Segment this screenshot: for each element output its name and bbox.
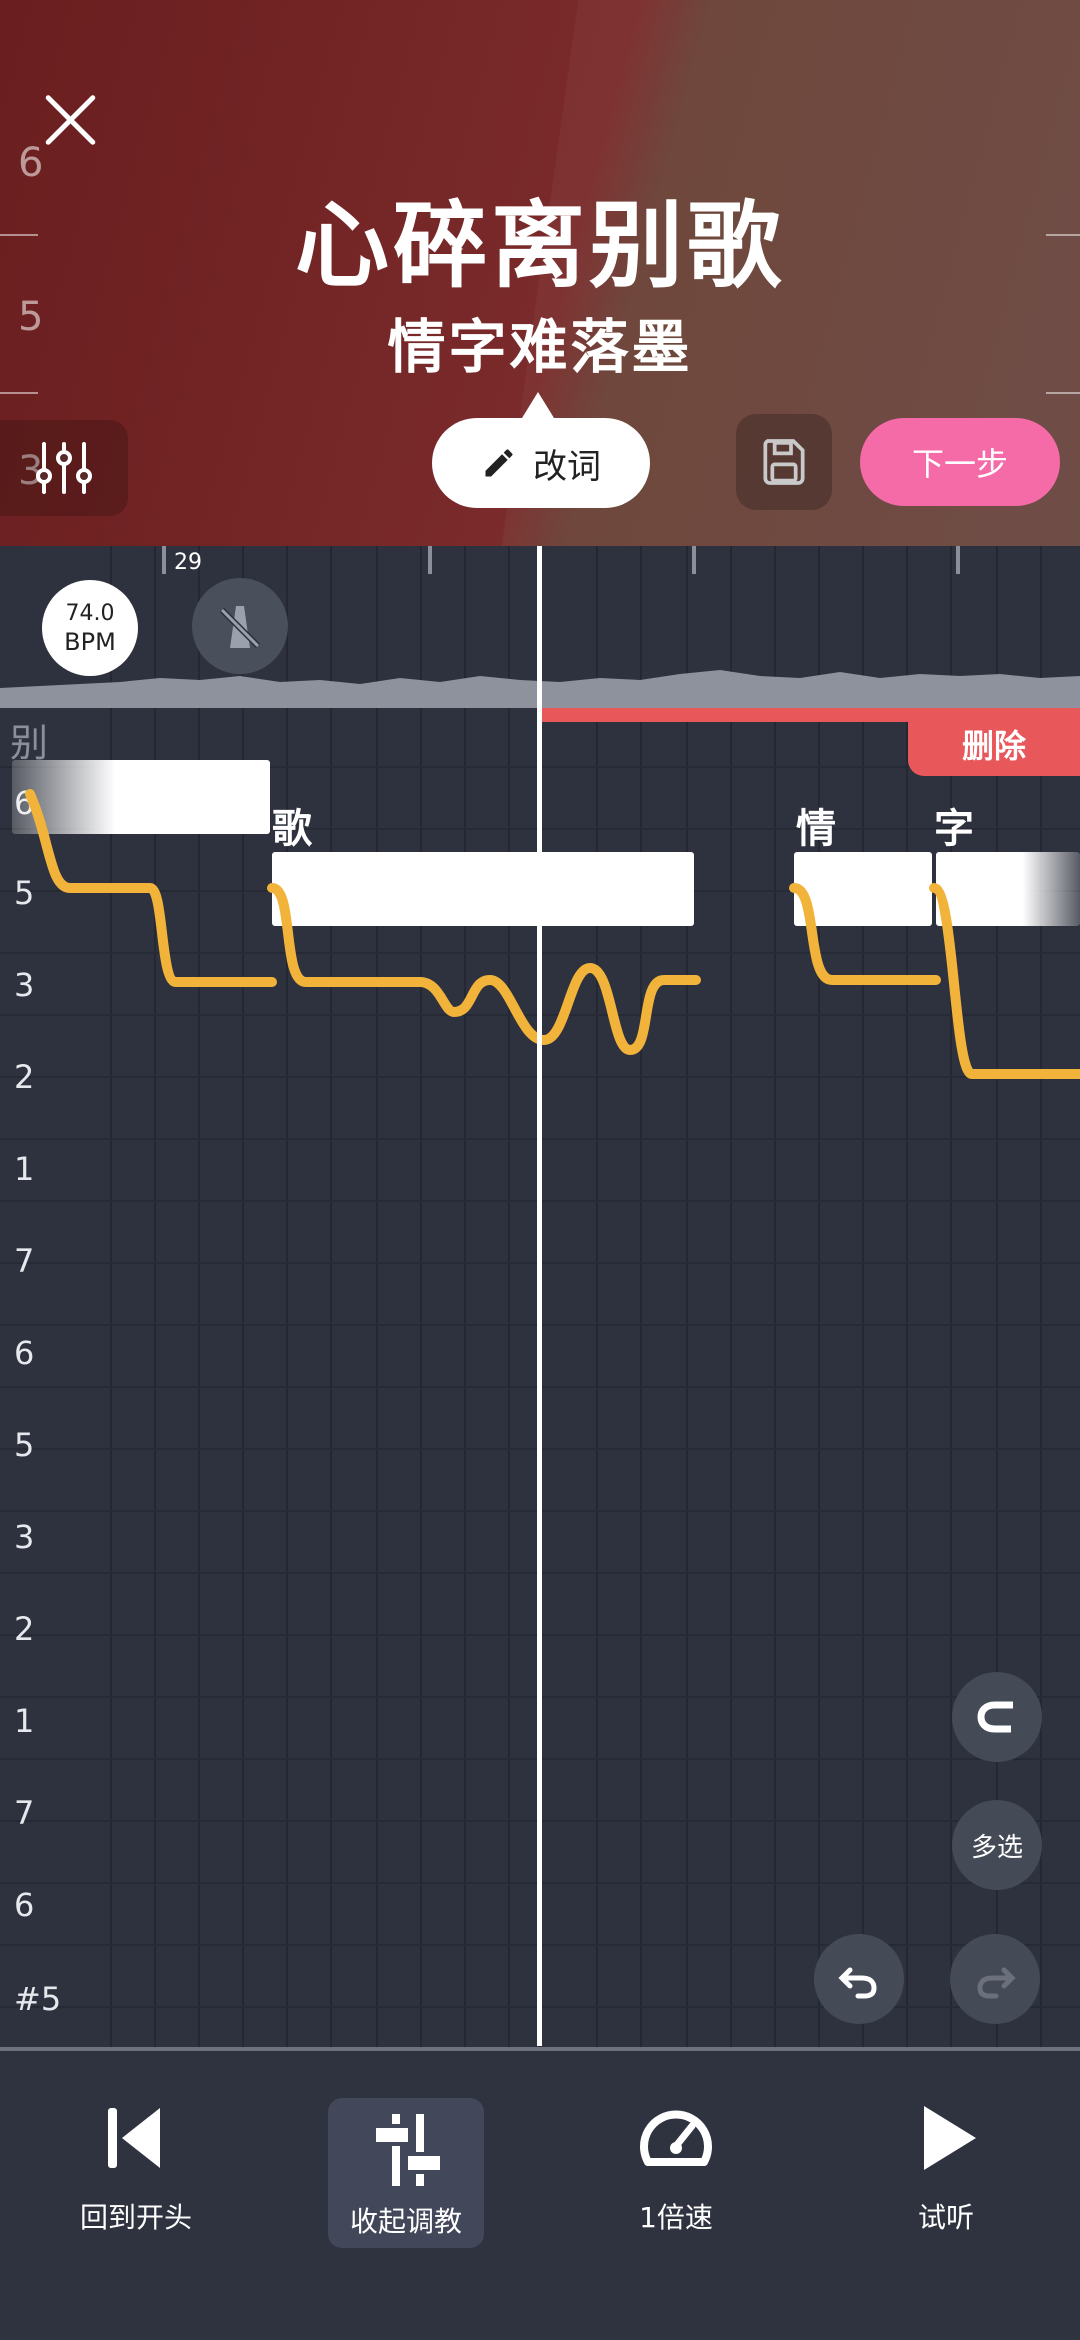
playback-speed-label: 1倍速 [639,2201,713,2234]
pitch-label: 7 [14,1794,35,1832]
pitch-label: #5 [14,1980,62,2018]
editor-bottom-border [0,2047,1080,2051]
undo-icon [838,1967,877,1999]
pitch-label: 2 [14,1610,35,1648]
preview-play-button[interactable]: 试听 [868,2096,1024,2246]
skip-to-start-icon [108,2108,160,2168]
collapse-tuning-label: 收起调教 [349,2205,462,2238]
back-to-start-button[interactable]: 回到开头 [58,2096,214,2246]
redo-button[interactable] [950,1934,1040,2024]
pitch-label: 6 [14,1334,35,1372]
magnet-icon [977,1701,1013,1733]
pitch-label: 5 [14,1426,35,1464]
bottom-toolbar: 回到开头 收起调教 1倍速 试听 [0,2052,1080,2340]
undo-button[interactable] [814,1934,904,2024]
tuning-sliders-icon [372,2114,444,2186]
pitch-label: 6 [14,1886,35,1924]
playhead[interactable] [537,546,542,2046]
back-to-start-label: 回到开头 [79,2201,192,2234]
speedometer-icon [640,2110,712,2166]
pitch-label: 7 [14,1242,35,1280]
redo-icon [977,1967,1016,1999]
snap-magnet-button[interactable] [952,1672,1042,1762]
collapse-tuning-button[interactable]: 收起调教 [328,2098,484,2248]
pitch-label: 1 [14,1702,35,1740]
preview-play-label: 试听 [917,2201,974,2234]
play-icon [924,2106,976,2170]
playback-speed-button[interactable]: 1倍速 [598,2096,754,2246]
pitch-label: 3 [14,1518,35,1556]
multi-select-button[interactable]: 多选 [952,1800,1042,1890]
